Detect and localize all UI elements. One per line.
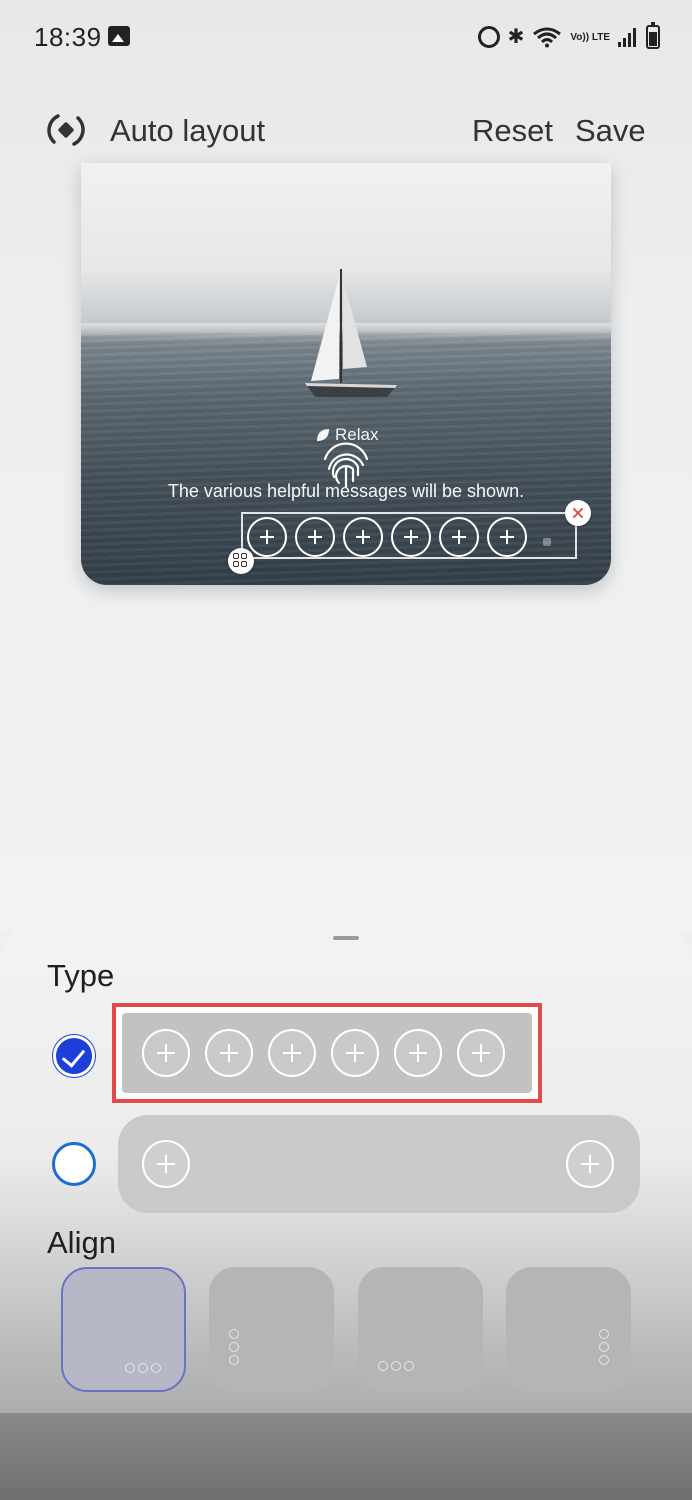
sailboat-image bbox=[305, 269, 397, 397]
auto-layout-icon bbox=[47, 114, 85, 146]
plus-icon bbox=[457, 1029, 505, 1077]
plus-icon bbox=[142, 1029, 190, 1077]
add-shortcut-icon[interactable] bbox=[295, 517, 335, 557]
plus-icon bbox=[142, 1140, 190, 1188]
lockscreen-preview: Relax The various helpful messages will … bbox=[81, 163, 611, 585]
plus-icon bbox=[394, 1029, 442, 1077]
close-icon[interactable] bbox=[565, 500, 591, 526]
add-shortcut-icon[interactable] bbox=[439, 517, 479, 557]
type-option-row[interactable] bbox=[122, 1013, 532, 1093]
helpful-message: The various helpful messages will be sho… bbox=[167, 481, 525, 501]
plus-icon bbox=[205, 1029, 253, 1077]
add-shortcut-icon[interactable] bbox=[247, 517, 287, 557]
type-label: Type bbox=[47, 958, 115, 993]
status-time: 18:39 bbox=[34, 22, 102, 52]
wifi-icon bbox=[533, 27, 562, 48]
align-option-right-vertical[interactable] bbox=[506, 1267, 631, 1392]
align-option-bottom-left[interactable] bbox=[358, 1267, 483, 1392]
reset-button[interactable]: Reset bbox=[472, 113, 553, 149]
status-icons: ✱ Vo)) LTE bbox=[477, 22, 660, 52]
alarm-icon bbox=[477, 26, 500, 48]
grid-handle-icon[interactable] bbox=[228, 548, 254, 574]
plus-icon bbox=[268, 1029, 316, 1077]
add-shortcut-icon[interactable] bbox=[391, 517, 431, 557]
plus-icon bbox=[566, 1140, 614, 1188]
add-shortcut-icon[interactable] bbox=[343, 517, 383, 557]
faded-dot bbox=[543, 538, 551, 546]
sheet-footer-shade bbox=[0, 1413, 692, 1500]
shortcut-widget-frame[interactable] bbox=[241, 512, 577, 559]
save-button[interactable]: Save bbox=[575, 113, 646, 149]
type-radio-split[interactable] bbox=[52, 1142, 96, 1186]
page-title: Auto layout bbox=[110, 113, 266, 148]
drag-handle[interactable] bbox=[333, 936, 359, 940]
type-radio-row[interactable] bbox=[53, 1035, 95, 1077]
align-label: Align bbox=[47, 1225, 116, 1260]
header: Auto layout Reset Save bbox=[0, 100, 692, 164]
align-option-left-vertical[interactable] bbox=[209, 1267, 334, 1392]
status-bar: 18:39 ✱ Vo)) LTE bbox=[0, 0, 692, 74]
add-shortcut-icon[interactable] bbox=[487, 517, 527, 557]
battery-icon bbox=[646, 22, 660, 49]
align-option-bottom-right[interactable] bbox=[61, 1267, 186, 1392]
signal-icon bbox=[618, 27, 638, 47]
type-option-split[interactable] bbox=[118, 1115, 640, 1213]
plus-icon bbox=[331, 1029, 379, 1077]
gallery-icon bbox=[108, 26, 130, 46]
volte-icon: Vo)) LTE bbox=[570, 31, 610, 43]
bluetooth-icon: ✱ bbox=[507, 26, 525, 48]
